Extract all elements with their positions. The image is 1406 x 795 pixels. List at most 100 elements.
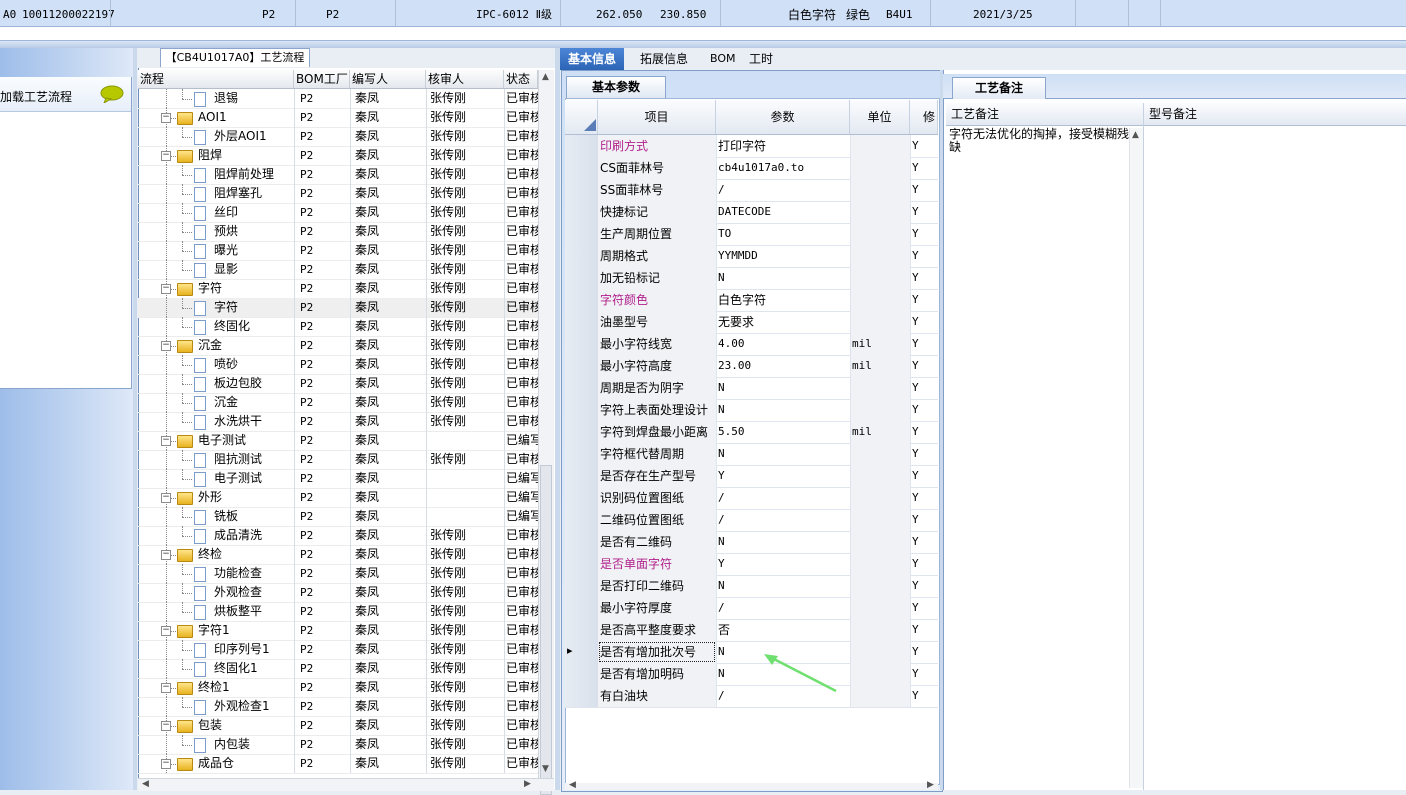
param-row[interactable]: 识别码位置图纸 / Y — [565, 487, 938, 510]
param-value[interactable]: 5.50 — [716, 421, 850, 443]
col-reviewer[interactable]: 核审人 — [426, 70, 504, 88]
param-row[interactable]: 字符上表面处理设计 N Y — [565, 399, 938, 422]
flow-tab-title[interactable]: 【CB4U1017A0】工艺流程 — [160, 48, 310, 67]
scroll-right-icon[interactable]: ▶ — [927, 780, 934, 790]
flow-row[interactable]: 曝光 P2 秦凤 张传刚 已审核 — [138, 241, 538, 261]
row-header[interactable] — [565, 135, 599, 157]
col-model-remark[interactable]: 型号备注 — [1146, 103, 1197, 125]
row-header[interactable] — [565, 619, 599, 641]
row-header[interactable] — [565, 179, 599, 201]
flow-row[interactable]: 板边包胶 P2 秦凤 张传刚 已审核 — [138, 374, 538, 394]
row-header[interactable] — [565, 553, 599, 575]
param-value[interactable]: / — [716, 487, 850, 509]
param-row[interactable]: 是否高平整度要求否 Y — [565, 619, 938, 642]
param-row[interactable]: 是否存在生产型号 Y Y — [565, 465, 938, 488]
col-flow[interactable]: 流程 — [138, 70, 294, 88]
row-header[interactable] — [565, 333, 599, 355]
param-row[interactable]: 快捷标记 DATECODE Y — [565, 201, 938, 224]
col-status[interactable]: 状态 — [504, 70, 538, 88]
collapse-icon[interactable]: − — [161, 493, 171, 503]
scroll-up-icon[interactable]: ▲ — [1132, 130, 1139, 140]
col-item[interactable]: 项目 — [598, 100, 716, 134]
row-header[interactable] — [565, 597, 599, 619]
row-header[interactable] — [565, 355, 599, 377]
param-row[interactable]: 字符框代替周期 N Y — [565, 443, 938, 466]
flow-row[interactable]: 成品清洗 P2 秦凤 张传刚 已审核 — [138, 526, 538, 546]
flow-row[interactable]: − 包装 P2 秦凤 张传刚 已审核 — [138, 716, 538, 736]
row-header[interactable] — [565, 487, 599, 509]
param-value[interactable]: N — [716, 399, 850, 421]
collapse-icon[interactable]: − — [161, 436, 171, 446]
speech-bubble-icon[interactable] — [100, 85, 124, 103]
flow-row[interactable]: − 字符1 P2 秦凤 张传刚 已审核 — [138, 621, 538, 641]
flow-row[interactable]: − AOI1 P2 秦凤 张传刚 已审核 — [138, 108, 538, 128]
row-header[interactable] — [565, 685, 599, 707]
param-row[interactable]: 最小字符厚度 / Y — [565, 597, 938, 620]
flow-row[interactable]: 阻焊前处理 P2 秦凤 张传刚 已审核 — [138, 165, 538, 185]
param-value[interactable]: N — [716, 575, 850, 597]
tab-extended-info[interactable]: 拓展信息 — [632, 48, 696, 70]
flow-row[interactable]: 烘板整平 P2 秦凤 张传刚 已审核 — [138, 602, 538, 622]
collapse-icon[interactable]: − — [161, 341, 171, 351]
param-row[interactable]: 油墨型号 无要求 Y — [565, 311, 938, 334]
collapse-icon[interactable]: − — [161, 550, 171, 560]
param-value[interactable]: Y — [716, 465, 850, 487]
flow-row[interactable]: 外层AOI1 P2 秦凤 张传刚 已审核 — [138, 127, 538, 147]
flow-row[interactable]: 电子测试 P2 秦凤 已编写 — [138, 469, 538, 489]
param-value[interactable]: 23.00 — [716, 355, 850, 377]
flow-row[interactable]: − 终检 P2 秦凤 张传刚 已审核 — [138, 545, 538, 565]
col-bom-factory[interactable]: BOM工厂 — [294, 70, 350, 88]
col-writer[interactable]: 编写人 — [350, 70, 426, 88]
flow-row[interactable]: − 字符 P2 秦凤 张传刚 已审核 — [138, 279, 538, 299]
tab-work-hours[interactable]: 工时 — [741, 48, 781, 70]
param-row[interactable]: 有白油块 / Y — [565, 685, 938, 708]
param-value[interactable]: 无要求 — [716, 311, 850, 333]
param-value[interactable]: 白色字符 — [716, 289, 850, 311]
row-header[interactable] — [565, 223, 599, 245]
row-header[interactable] — [565, 377, 599, 399]
row-header[interactable] — [565, 575, 599, 597]
param-row[interactable]: 是否单面字符 Y Y — [565, 553, 938, 576]
flow-row[interactable]: − 阻焊 P2 秦凤 张传刚 已审核 — [138, 146, 538, 166]
param-row[interactable]: 印刷方式 打印字符 Y — [565, 135, 938, 158]
collapse-icon[interactable]: − — [161, 626, 171, 636]
param-row[interactable]: 最小字符线宽 4.00 mil Y — [565, 333, 938, 356]
scroll-down-icon[interactable]: ▼ — [542, 764, 549, 774]
param-value[interactable]: N — [716, 443, 850, 465]
scroll-left-icon[interactable]: ◀ — [142, 779, 149, 789]
collapse-icon[interactable]: − — [161, 113, 171, 123]
param-value[interactable]: N — [716, 377, 850, 399]
param-value[interactable]: 否 — [716, 619, 850, 641]
param-value[interactable]: N — [716, 531, 850, 553]
row-header[interactable] — [565, 663, 599, 685]
param-row[interactable]: 字符到焊盘最小距离 5.50 mil Y — [565, 421, 938, 444]
flow-row[interactable]: 终固化1 P2 秦凤 张传刚 已审核 — [138, 659, 538, 679]
flow-row[interactable]: 印序列号1 P2 秦凤 张传刚 已审核 — [138, 640, 538, 660]
param-value[interactable]: TO — [716, 223, 850, 245]
param-value[interactable]: DATECODE — [716, 201, 850, 223]
row-header[interactable] — [565, 443, 599, 465]
row-header[interactable] — [565, 311, 599, 333]
subtab-basic-params[interactable]: 基本参数 — [566, 76, 666, 98]
flow-horizontal-scrollbar[interactable]: ◀ ▶ — [138, 778, 554, 791]
scroll-left-icon[interactable]: ◀ — [569, 780, 576, 790]
param-row[interactable]: 最小字符高度 23.00 mil Y — [565, 355, 938, 378]
row-header[interactable] — [565, 399, 599, 421]
flow-row[interactable]: 外观检查1 P2 秦凤 张传刚 已审核 — [138, 697, 538, 717]
param-row[interactable]: 是否打印二维码 N Y — [565, 575, 938, 598]
flow-row[interactable]: 铣板 P2 秦凤 已编写 — [138, 507, 538, 527]
col-param[interactable]: 参数 — [716, 100, 850, 134]
param-value[interactable]: YYMMDD — [716, 245, 850, 267]
flow-row[interactable]: 退锡 P2 秦凤 张传刚 已审核 — [138, 89, 538, 109]
collapse-icon[interactable]: − — [161, 721, 171, 731]
row-header[interactable] — [565, 267, 599, 289]
params-horizontal-scrollbar[interactable]: ◀ ▶ — [565, 780, 938, 790]
param-row[interactable]: 周期是否为阴字 N Y — [565, 377, 938, 400]
collapse-icon[interactable]: − — [161, 759, 171, 769]
tab-bom[interactable]: BOM — [702, 48, 744, 70]
row-header[interactable] — [565, 201, 599, 223]
param-row[interactable]: 字符颜色 白色字符 Y — [565, 289, 938, 312]
flow-row[interactable]: − 终检1 P2 秦凤 张传刚 已审核 — [138, 678, 538, 698]
param-row[interactable]: CS面菲林号 cb4u1017a0.to Y — [565, 157, 938, 180]
col-process-remark[interactable]: 工艺备注 — [948, 103, 999, 125]
